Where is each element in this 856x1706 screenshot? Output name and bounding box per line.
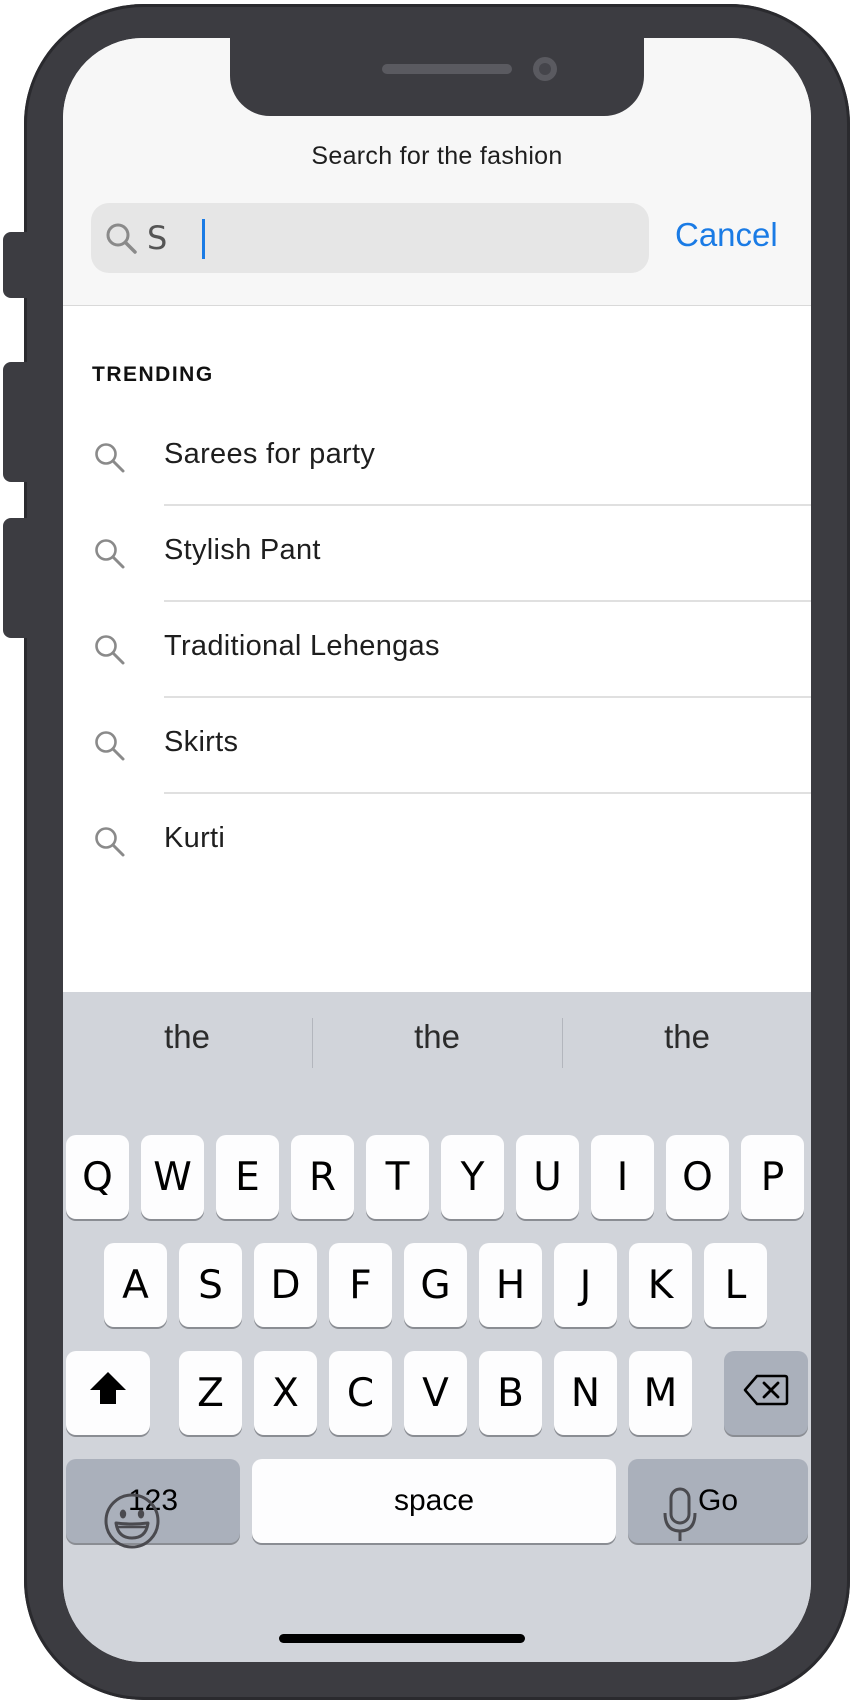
volume-down-button: [3, 518, 29, 638]
notch: [230, 38, 644, 116]
search-input[interactable]: [147, 211, 627, 265]
key-z[interactable]: Z: [179, 1351, 242, 1435]
key-t[interactable]: T: [366, 1135, 429, 1219]
list-item-label: Sarees for party: [164, 438, 376, 470]
search-icon: [94, 730, 126, 767]
page-title: Search for the fashion: [311, 142, 563, 170]
key-q[interactable]: Q: [66, 1135, 129, 1219]
keyboard: the the the Q W E R T Y U I O P A S D F …: [63, 992, 811, 1662]
suggestion-2[interactable]: the: [313, 1018, 561, 1056]
key-u[interactable]: U: [516, 1135, 579, 1219]
key-g[interactable]: G: [404, 1243, 467, 1327]
text-caret: [202, 219, 205, 259]
key-m[interactable]: M: [629, 1351, 692, 1435]
search-icon: [94, 826, 126, 863]
key-j[interactable]: J: [554, 1243, 617, 1327]
search-bar[interactable]: [91, 203, 649, 273]
key-c[interactable]: C: [329, 1351, 392, 1435]
key-k[interactable]: K: [629, 1243, 692, 1327]
list-item-label: Stylish Pant: [164, 534, 321, 566]
key-n[interactable]: N: [554, 1351, 617, 1435]
trending-heading: TRENDING: [92, 363, 214, 386]
key-o[interactable]: O: [666, 1135, 729, 1219]
shift-key[interactable]: [66, 1351, 150, 1435]
key-p[interactable]: P: [741, 1135, 804, 1219]
camera-icon: [533, 57, 557, 81]
key-d[interactable]: D: [254, 1243, 317, 1327]
list-item[interactable]: Stylish Pant: [63, 506, 811, 602]
key-h[interactable]: H: [479, 1243, 542, 1327]
key-v[interactable]: V: [404, 1351, 467, 1435]
search-icon: [94, 634, 126, 671]
mute-switch: [3, 232, 29, 298]
key-f[interactable]: F: [329, 1243, 392, 1327]
cancel-button[interactable]: Cancel: [675, 216, 778, 254]
search-icon: [94, 442, 126, 479]
volume-up-button: [3, 362, 29, 482]
home-indicator[interactable]: [279, 1634, 525, 1643]
key-l[interactable]: L: [704, 1243, 767, 1327]
screen: Search for the fashion Cancel TRENDING S…: [63, 38, 811, 1662]
key-s[interactable]: S: [179, 1243, 242, 1327]
list-item-label: Skirts: [164, 726, 239, 758]
trending-list: Sarees for party Stylish Pant Traditiona…: [63, 410, 811, 890]
key-x[interactable]: X: [254, 1351, 317, 1435]
list-item[interactable]: Traditional Lehengas: [63, 602, 811, 698]
key-e[interactable]: E: [216, 1135, 279, 1219]
list-item-label: Traditional Lehengas: [164, 630, 440, 662]
suggestion-3[interactable]: the: [563, 1018, 811, 1056]
key-r[interactable]: R: [291, 1135, 354, 1219]
backspace-icon: [743, 1371, 789, 1416]
list-item[interactable]: Skirts: [63, 698, 811, 794]
speaker-grille: [382, 64, 512, 74]
key-w[interactable]: W: [141, 1135, 204, 1219]
space-key[interactable]: space: [252, 1459, 616, 1543]
backspace-key[interactable]: [724, 1351, 808, 1435]
suggestion-bar: the the the: [63, 992, 811, 1084]
list-item[interactable]: Sarees for party: [63, 410, 811, 506]
list-item-label: Kurti: [164, 822, 226, 854]
go-key[interactable]: Go: [628, 1459, 808, 1543]
microphone-icon[interactable]: [663, 1487, 697, 1548]
search-icon: [105, 222, 139, 261]
emoji-icon[interactable]: [103, 1492, 161, 1555]
search-icon: [94, 538, 126, 575]
key-b[interactable]: B: [479, 1351, 542, 1435]
list-item[interactable]: Kurti: [63, 794, 811, 890]
suggestion-1[interactable]: the: [63, 1018, 311, 1056]
shift-icon: [88, 1370, 128, 1416]
key-a[interactable]: A: [104, 1243, 167, 1327]
key-y[interactable]: Y: [441, 1135, 504, 1219]
key-i[interactable]: I: [591, 1135, 654, 1219]
